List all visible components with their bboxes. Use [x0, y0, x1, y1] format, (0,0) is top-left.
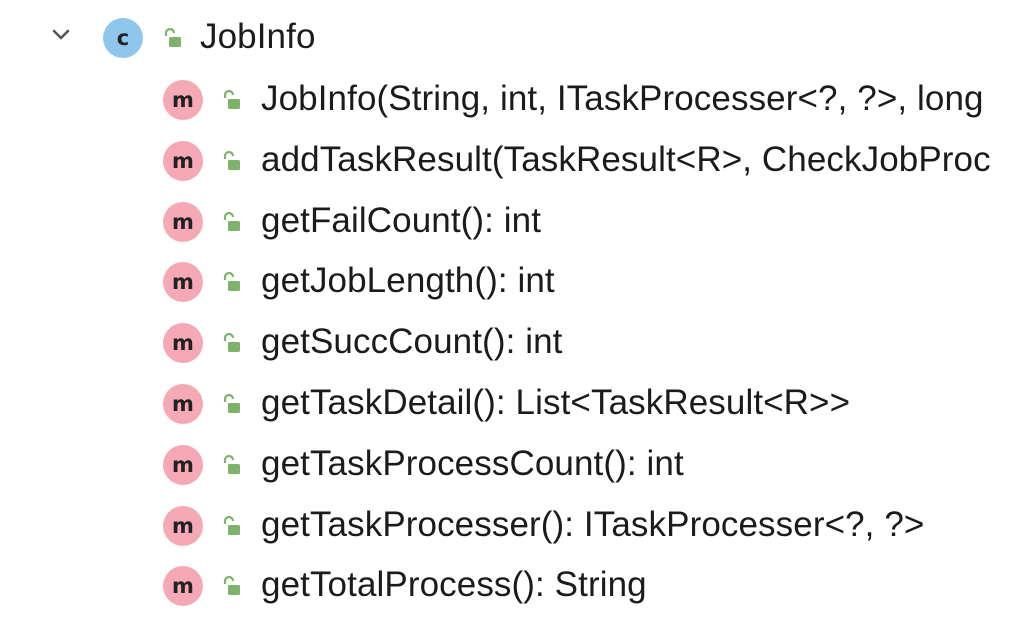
tree-node-method[interactable]: m getFailCount(): int	[0, 192, 1030, 252]
class-icon: c	[103, 18, 143, 58]
method-signature-label: addTaskResult(TaskResult<R>, CheckJobPro…	[261, 139, 991, 179]
chevron-down-icon[interactable]	[50, 24, 72, 46]
method-signature-label: getTaskProcessCount(): int	[261, 443, 684, 483]
method-icon: m	[163, 80, 203, 120]
public-lock-icon	[220, 453, 244, 477]
method-signature-label: getFailCount(): int	[261, 200, 542, 240]
tree-node-class[interactable]: c JobInfo	[0, 8, 1030, 68]
method-icon: m	[163, 505, 203, 546]
public-lock-icon	[161, 26, 185, 50]
method-icon: m	[163, 262, 203, 303]
method-icon: m	[163, 201, 203, 242]
tree-node-method[interactable]: m JobInfo(String, int, ITaskProcesser<?, …	[0, 70, 1030, 130]
method-signature-label: getJobLength(): int	[261, 261, 555, 301]
tree-node-method[interactable]: m getSuccCount(): int	[0, 313, 1030, 373]
method-signature-label: getTaskProcesser(): ITaskProcesser<?, ?>	[261, 504, 925, 544]
method-signature-label: getTaskDetail(): List<TaskResult<R>>	[261, 383, 851, 423]
method-icon: m	[163, 566, 203, 607]
public-lock-icon	[220, 210, 244, 234]
method-signature-label: JobInfo(String, int, ITaskProcesser<?, ?…	[261, 79, 984, 119]
method-icon: m	[163, 444, 203, 485]
public-lock-icon	[220, 270, 244, 294]
method-signature-label: getTotalProcess(): String	[261, 565, 647, 605]
method-icon: m	[163, 140, 203, 181]
public-lock-icon	[220, 514, 244, 538]
public-lock-icon	[220, 392, 244, 416]
method-icon: m	[163, 323, 203, 364]
public-lock-icon	[220, 88, 244, 112]
tree-node-method[interactable]: m getTotalProcess(): String	[0, 556, 1030, 616]
public-lock-icon	[220, 331, 244, 355]
public-lock-icon	[220, 574, 244, 598]
tree-node-method[interactable]: m addTaskResult(TaskResult<R>, CheckJobPr…	[0, 131, 1030, 191]
method-icon: m	[163, 384, 203, 424]
tree-node-method[interactable]: m getTaskProcessCount(): int	[0, 435, 1030, 495]
tree-node-method[interactable]: m getJobLength(): int	[0, 252, 1030, 312]
tree-node-method[interactable]: m getTaskProcesser(): ITaskProcesser<?, ?…	[0, 496, 1030, 556]
structure-tree: c JobInfo m JobInfo(String, int, ITaskPro…	[0, 0, 1030, 634]
tree-node-method[interactable]: m getTaskDetail(): List<TaskResult<R>>	[0, 374, 1030, 434]
method-signature-label: getSuccCount(): int	[261, 322, 563, 362]
public-lock-icon	[220, 149, 244, 173]
class-name-label: JobInfo	[200, 17, 316, 57]
